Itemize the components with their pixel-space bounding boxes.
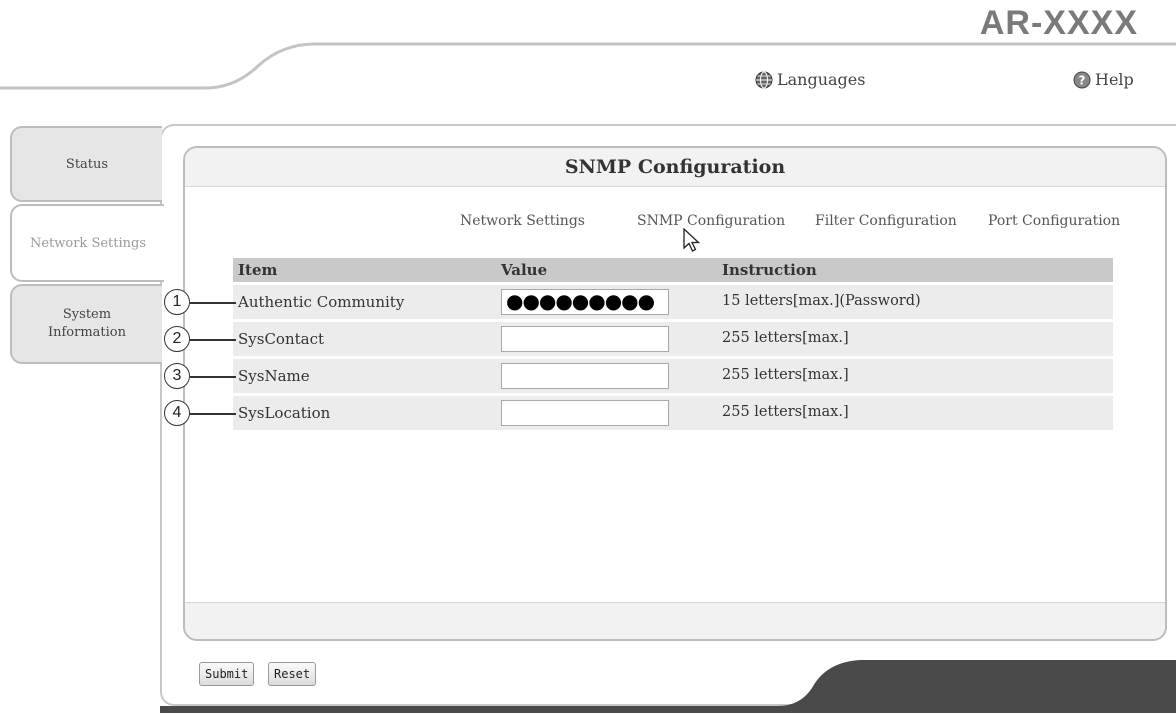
callout-2: 2	[164, 326, 190, 352]
row-item-label: SysContact	[238, 330, 325, 348]
header-instruction: Instruction	[722, 261, 817, 279]
panel-title: SNMP Configuration	[185, 148, 1165, 187]
sysname-input[interactable]	[501, 363, 669, 389]
tab-network-settings-label: Network Settings	[29, 235, 147, 251]
mouse-cursor-icon	[683, 228, 701, 252]
panel-footer	[185, 602, 1165, 639]
languages-label: Languages	[777, 70, 866, 89]
tab-network-settings[interactable]: Network Settings	[10, 204, 164, 282]
table-header: Item Value Instruction	[233, 258, 1113, 282]
callout-4: 4	[164, 400, 190, 426]
header-value: Value	[501, 261, 548, 279]
row-instruction: 255 letters[max.]	[722, 367, 849, 383]
header-divider	[0, 42, 1176, 90]
help-link[interactable]: ? Help	[1073, 70, 1134, 89]
callout-line	[190, 302, 236, 304]
syslocation-input[interactable]	[501, 400, 669, 426]
subnav-filter-configuration[interactable]: Filter Configuration	[815, 213, 957, 229]
syscontact-input[interactable]	[501, 326, 669, 352]
reset-button[interactable]: Reset	[268, 662, 317, 686]
submit-button[interactable]: Submit	[199, 662, 255, 686]
callout-line	[190, 376, 236, 378]
row-item-label: Authentic Community	[238, 293, 405, 311]
tab-system-information[interactable]: System Information	[10, 284, 162, 364]
row-item-label: SysLocation	[238, 404, 331, 422]
table-row: SysName 255 letters[max.]	[233, 359, 1113, 393]
tab-status[interactable]: Status	[10, 126, 162, 202]
callout-line	[190, 339, 236, 341]
authentic-community-password-input[interactable]: ●●●●●●●●●	[501, 289, 669, 315]
row-instruction: 255 letters[max.]	[722, 404, 849, 420]
question-icon: ?	[1073, 71, 1091, 88]
row-instruction: 255 letters[max.]	[722, 330, 849, 346]
row-instruction: 15 letters[max.](Password)	[722, 293, 921, 309]
tab-status-label: Status	[65, 156, 109, 172]
tab-system-information-label: System Information	[47, 307, 127, 340]
row-item-label: SysName	[238, 367, 310, 385]
table-row: SysContact 255 letters[max.]	[233, 322, 1113, 356]
globe-icon	[755, 71, 773, 88]
bottom-bar	[160, 660, 1176, 713]
help-label: Help	[1095, 70, 1134, 89]
svg-text:?: ?	[1079, 73, 1086, 87]
subnav-snmp-configuration[interactable]: SNMP Configuration	[637, 213, 785, 229]
languages-link[interactable]: Languages	[755, 70, 865, 89]
header-item: Item	[238, 261, 278, 279]
table-row: SysLocation 255 letters[max.]	[233, 396, 1113, 430]
callout-line	[190, 413, 236, 415]
subnav-port-configuration[interactable]: Port Configuration	[988, 213, 1120, 229]
callout-3: 3	[164, 363, 190, 389]
subnav-network-settings[interactable]: Network Settings	[460, 213, 585, 229]
callout-1: 1	[164, 289, 190, 315]
table-row: Authentic Community ●●●●●●●●● 15 letters…	[233, 285, 1113, 319]
